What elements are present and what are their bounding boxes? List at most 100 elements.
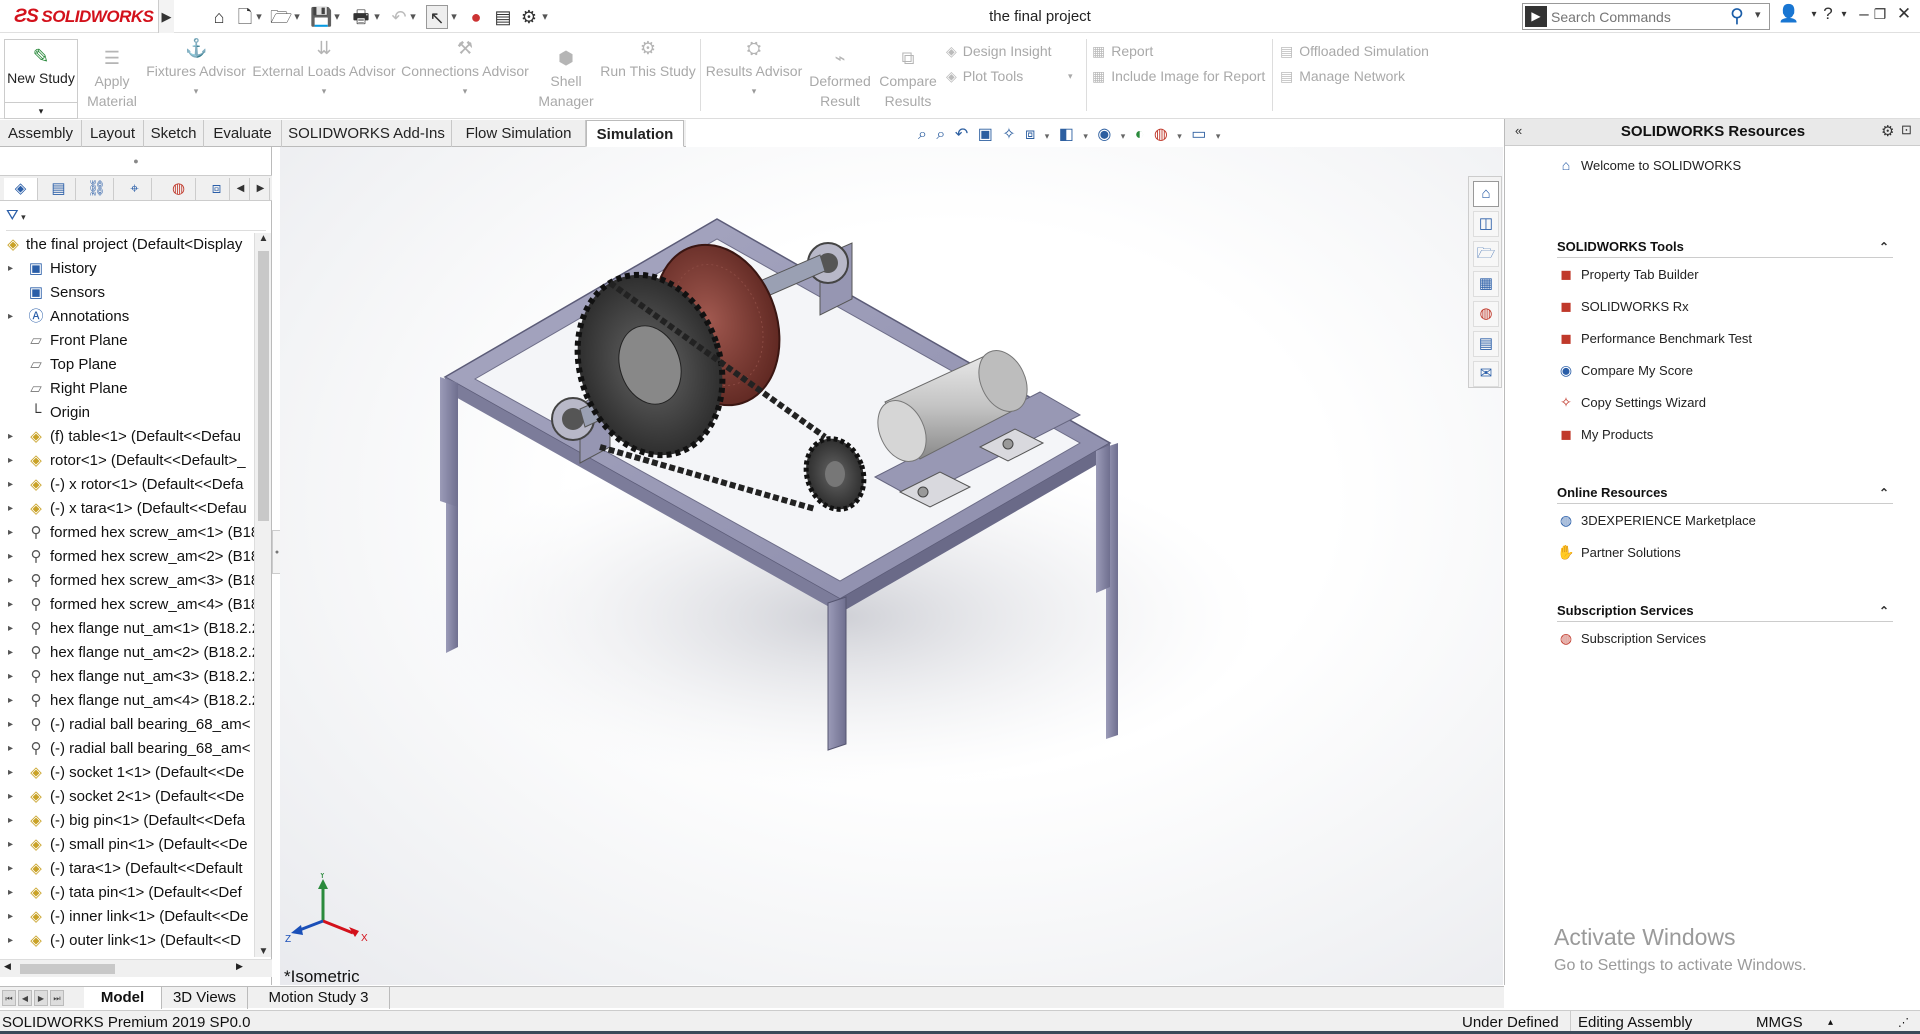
- tree-item[interactable]: ▸ ⚲ hex flange nut_am<1> (B18.2.2: [0, 617, 254, 641]
- tree-item[interactable]: ▸ ◈ (f) table<1> (Default<<Defau: [0, 425, 254, 449]
- property-manager-tab-icon[interactable]: ▤: [42, 178, 76, 200]
- first-tab-icon[interactable]: ⏮: [2, 990, 16, 1006]
- welcome-link[interactable]: ⌂ Welcome to SOLIDWORKS: [1557, 149, 1893, 181]
- expand-arrow-icon[interactable]: ▸: [8, 857, 18, 881]
- view-settings-icon[interactable]: ▭: [1191, 126, 1206, 143]
- expand-arrow-icon[interactable]: ▸: [8, 809, 18, 833]
- tab-model[interactable]: Model: [84, 987, 162, 1009]
- expand-arrow-icon[interactable]: ▸: [8, 569, 18, 593]
- tree-item[interactable]: ▸ ⚲ (-) radial ball bearing_68_am<: [0, 737, 254, 761]
- run-this-study-button[interactable]: ⚙ Run This Study: [600, 37, 696, 81]
- tree-item[interactable]: ▸ ◈ (-) x rotor<1> (Default<<Defa: [0, 473, 254, 497]
- appearances-tab-icon[interactable]: ◍: [1473, 301, 1499, 327]
- compare-my-score-link[interactable]: ◉ Compare My Score: [1557, 354, 1893, 386]
- offloaded-simulation-button[interactable]: ▤ Offloaded Simulation: [1280, 41, 1429, 61]
- display-style-icon[interactable]: ◧: [1059, 126, 1074, 143]
- previous-view-icon[interactable]: ↶: [955, 126, 968, 143]
- tab-evaluate[interactable]: Evaluate: [204, 120, 282, 147]
- manage-network-button[interactable]: ▤ Manage Network: [1280, 66, 1405, 86]
- expand-arrow-icon[interactable]: ▸: [8, 689, 18, 713]
- expand-arrow-icon[interactable]: ▸: [8, 929, 18, 953]
- plot-tools-dropdown-icon[interactable]: ▾: [1068, 66, 1073, 86]
- h-scroll-thumb[interactable]: [20, 964, 115, 974]
- tab-simulation[interactable]: Simulation: [586, 120, 684, 147]
- user-icon[interactable]: 👤: [1777, 4, 1801, 24]
- tree-root-assembly[interactable]: ◈ the final project (Default<Display: [0, 233, 254, 257]
- tabs-right-arrow-icon[interactable]: ▶: [252, 178, 270, 200]
- hide-show-dropdown-icon[interactable]: ▾: [1121, 131, 1126, 141]
- dimxpert-manager-tab-icon[interactable]: ⌖: [118, 178, 152, 200]
- search-scope-icon[interactable]: ▶: [1525, 6, 1547, 27]
- tree-item[interactable]: ▸ ⚲ formed hex screw_am<2> (B18: [0, 545, 254, 569]
- tree-item[interactable]: ▸ ▣ History: [0, 257, 254, 281]
- tree-item[interactable]: ▸ ⚲ hex flange nut_am<2> (B18.2.2: [0, 641, 254, 665]
- tree-item[interactable]: ▸ ◈ (-) tata pin<1> (Default<<Def: [0, 881, 254, 905]
- expand-arrow-icon[interactable]: ▸: [8, 641, 18, 665]
- expand-arrow-icon[interactable]: ▸: [8, 665, 18, 689]
- report-button[interactable]: ▦ Report: [1092, 41, 1153, 61]
- panel-grip[interactable]: ●: [0, 147, 272, 175]
- tab-3d-views[interactable]: 3D Views: [162, 987, 248, 1009]
- hide-show-items-icon[interactable]: ◉: [1097, 126, 1111, 143]
- zoom-to-fit-icon[interactable]: ⌕: [918, 126, 927, 143]
- expand-arrow-icon[interactable]: ▸: [8, 593, 18, 617]
- apply-material-button[interactable]: ☰ Apply Material: [84, 47, 140, 111]
- prev-tab-icon[interactable]: ◀: [18, 990, 32, 1006]
- file-explorer-tab-icon[interactable]: 🗁: [1473, 241, 1499, 267]
- connections-advisor-button[interactable]: ⚒ Connections Advisor ▾: [400, 37, 530, 101]
- design-library-tab-icon[interactable]: ◫: [1473, 211, 1499, 237]
- performance-benchmark-link[interactable]: ◼ Performance Benchmark Test: [1557, 322, 1893, 354]
- pane-options-icon[interactable]: ⚙: [1881, 122, 1894, 140]
- restore-icon[interactable]: ❐: [1868, 6, 1892, 23]
- section-header[interactable]: SOLIDWORKS Tools ⌃: [1557, 236, 1893, 258]
- custom-properties-tab-icon[interactable]: ▤: [1473, 331, 1499, 357]
- scroll-left-icon[interactable]: ◀: [4, 961, 11, 972]
- marketplace-link[interactable]: ◍ 3DEXPERIENCE Marketplace: [1557, 504, 1893, 536]
- include-image-for-report-button[interactable]: ▦ Include Image for Report: [1092, 66, 1265, 86]
- copy-settings-wizard-link[interactable]: ✧ Copy Settings Wizard: [1557, 386, 1893, 418]
- expand-arrow-icon[interactable]: ▸: [8, 521, 18, 545]
- expand-arrow-icon[interactable]: ▸: [8, 305, 18, 329]
- my-products-link[interactable]: ◼ My Products: [1557, 418, 1893, 450]
- expand-arrow-icon[interactable]: ▸: [8, 473, 18, 497]
- simulation-manager-tab-icon[interactable]: ⧈: [204, 178, 230, 200]
- tree-item[interactable]: ▸ ◈ rotor<1> (Default<<Default>_: [0, 449, 254, 473]
- tree-item[interactable]: ▸ ◈ (-) small pin<1> (Default<<De: [0, 833, 254, 857]
- property-tab-builder-link[interactable]: ◼ Property Tab Builder: [1557, 258, 1893, 290]
- tree-item[interactable]: ▸ ◈ (-) tara<1> (Default<<Default: [0, 857, 254, 881]
- new-study-dropdown-icon[interactable]: ▾: [5, 102, 77, 118]
- edit-appearance-icon[interactable]: ◐: [1135, 126, 1145, 143]
- expand-arrow-icon[interactable]: ▸: [8, 833, 18, 857]
- tree-item[interactable]: ▸ ⚲ formed hex screw_am<3> (B18: [0, 569, 254, 593]
- display-manager-tab-icon[interactable]: ◍: [162, 178, 196, 200]
- tree-item[interactable]: ▸ ⚲ hex flange nut_am<3> (B18.2.2: [0, 665, 254, 689]
- expand-arrow-icon[interactable]: ▸: [8, 617, 18, 641]
- tab-sketch[interactable]: Sketch: [144, 120, 204, 147]
- search-input[interactable]: [1551, 7, 1721, 26]
- section-view-icon[interactable]: ▣: [978, 126, 993, 143]
- tree-item[interactable]: ▸ ◈ (-) socket 2<1> (Default<<De: [0, 785, 254, 809]
- view-orientation-dropdown-icon[interactable]: ▾: [1045, 131, 1050, 141]
- tab-motion-study-3[interactable]: Motion Study 3: [248, 987, 390, 1009]
- tree-item[interactable]: ▣ Sensors: [0, 281, 254, 305]
- expand-arrow-icon[interactable]: ▸: [8, 737, 18, 761]
- expand-arrow-icon[interactable]: ▸: [8, 449, 18, 473]
- section-header[interactable]: Subscription Services ⌃: [1557, 600, 1893, 622]
- tree-item[interactable]: ▸ ◈ (-) outer link<1> (Default<<D: [0, 929, 254, 953]
- scroll-down-icon[interactable]: ▼: [255, 946, 272, 957]
- forum-tab-icon[interactable]: ✉: [1473, 361, 1499, 387]
- scroll-thumb[interactable]: [258, 251, 269, 521]
- new-study-button[interactable]: ✎ New Study ▾: [4, 39, 78, 119]
- tree-filter[interactable]: ⛛ ▾: [6, 207, 266, 231]
- tree-vertical-scrollbar[interactable]: ▲ ▼: [254, 233, 271, 957]
- tree-item[interactable]: ▸ ◈ (-) big pin<1> (Default<<Defa: [0, 809, 254, 833]
- feature-manager-tab-icon[interactable]: ◈: [4, 178, 38, 200]
- expand-arrow-icon[interactable]: ▸: [8, 761, 18, 785]
- search-dropdown-icon[interactable]: ▾: [1755, 8, 1761, 21]
- search-icon[interactable]: ⚲: [1730, 5, 1744, 28]
- view-orientation-icon[interactable]: ⧈: [1025, 126, 1035, 143]
- tree-item[interactable]: ▸ ⚲ formed hex screw_am<4> (B18: [0, 593, 254, 617]
- tree-item[interactable]: ▸ ◈ (-) socket 1<1> (Default<<De: [0, 761, 254, 785]
- subscription-services-link[interactable]: ◍ Subscription Services: [1557, 622, 1893, 654]
- last-tab-icon[interactable]: ⏭: [50, 990, 64, 1006]
